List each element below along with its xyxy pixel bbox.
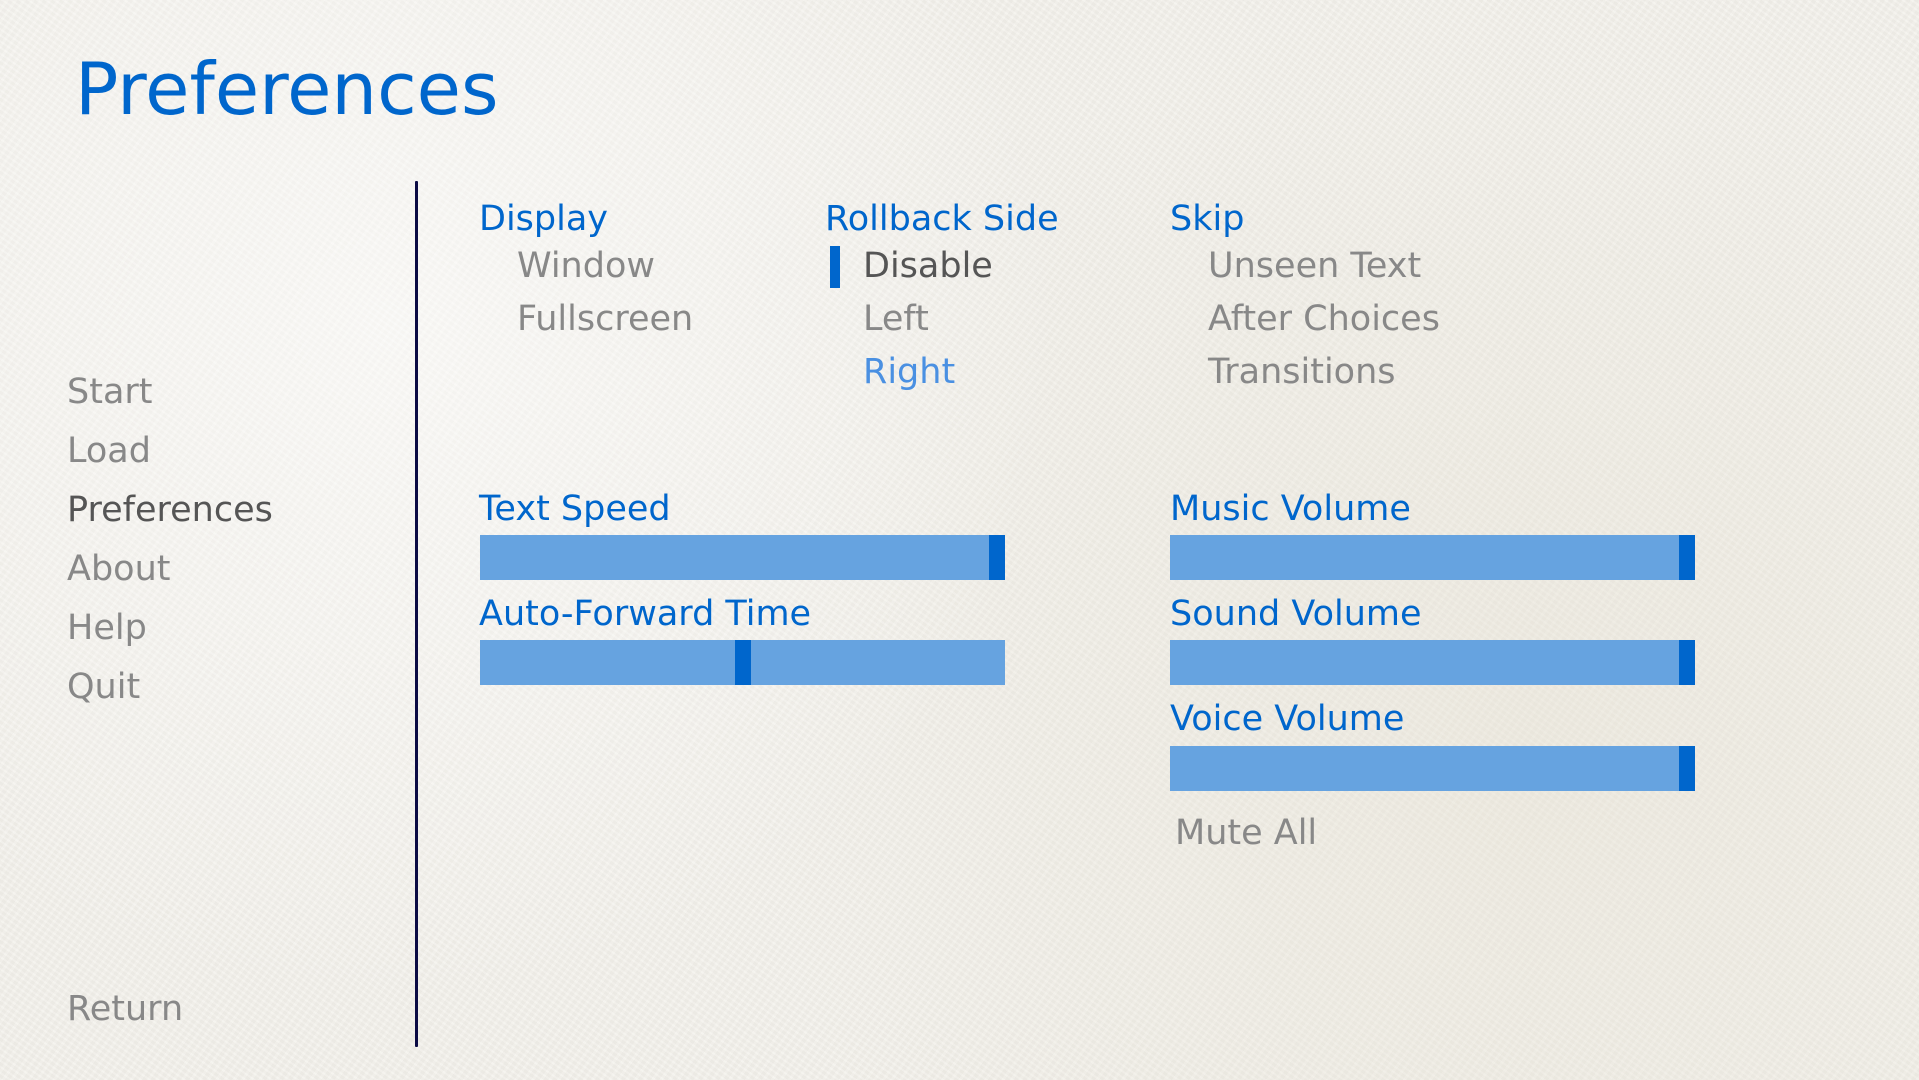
rollback-option-left[interactable]: Left bbox=[863, 297, 929, 341]
skip-header: Skip bbox=[1170, 199, 1245, 239]
auto-forward-slider[interactable] bbox=[480, 640, 1005, 685]
nav-quit[interactable]: Quit bbox=[67, 665, 140, 709]
mute-all-button[interactable]: Mute All bbox=[1175, 811, 1317, 855]
voice-volume-slider-thumb[interactable] bbox=[1679, 746, 1695, 791]
text-speed-label: Text Speed bbox=[479, 489, 671, 529]
return-button[interactable]: Return bbox=[67, 987, 183, 1031]
auto-forward-slider-thumb[interactable] bbox=[735, 640, 751, 685]
music-volume-slider-thumb[interactable] bbox=[1679, 535, 1695, 580]
auto-forward-label: Auto-Forward Time bbox=[479, 594, 812, 634]
sound-volume-label: Sound Volume bbox=[1170, 594, 1422, 634]
skip-option-unseen-text[interactable]: Unseen Text bbox=[1208, 244, 1421, 288]
skip-option-after-choices[interactable]: After Choices bbox=[1208, 297, 1440, 341]
display-header: Display bbox=[479, 199, 609, 239]
nav-help[interactable]: Help bbox=[67, 606, 147, 650]
nav-start[interactable]: Start bbox=[67, 370, 153, 414]
selected-marker-icon bbox=[830, 246, 840, 288]
rollback-option-disable[interactable]: Disable bbox=[863, 244, 993, 288]
display-option-window[interactable]: Window bbox=[517, 244, 655, 288]
skip-option-transitions[interactable]: Transitions bbox=[1208, 350, 1396, 394]
voice-volume-label: Voice Volume bbox=[1170, 699, 1405, 739]
sound-volume-slider-thumb[interactable] bbox=[1679, 640, 1695, 685]
rollback-header: Rollback Side bbox=[825, 199, 1059, 239]
nav-divider bbox=[415, 181, 418, 1047]
text-speed-slider[interactable] bbox=[480, 535, 1005, 580]
music-volume-slider[interactable] bbox=[1170, 535, 1695, 580]
nav-load[interactable]: Load bbox=[67, 429, 151, 473]
sound-volume-slider[interactable] bbox=[1170, 640, 1695, 685]
voice-volume-slider[interactable] bbox=[1170, 746, 1695, 791]
display-option-fullscreen[interactable]: Fullscreen bbox=[517, 297, 693, 341]
text-speed-slider-thumb[interactable] bbox=[989, 535, 1005, 580]
nav-preferences[interactable]: Preferences bbox=[67, 488, 273, 532]
page-title: Preferences bbox=[75, 47, 499, 131]
rollback-option-right[interactable]: Right bbox=[863, 350, 955, 394]
music-volume-label: Music Volume bbox=[1170, 489, 1411, 529]
nav-about[interactable]: About bbox=[67, 547, 170, 591]
